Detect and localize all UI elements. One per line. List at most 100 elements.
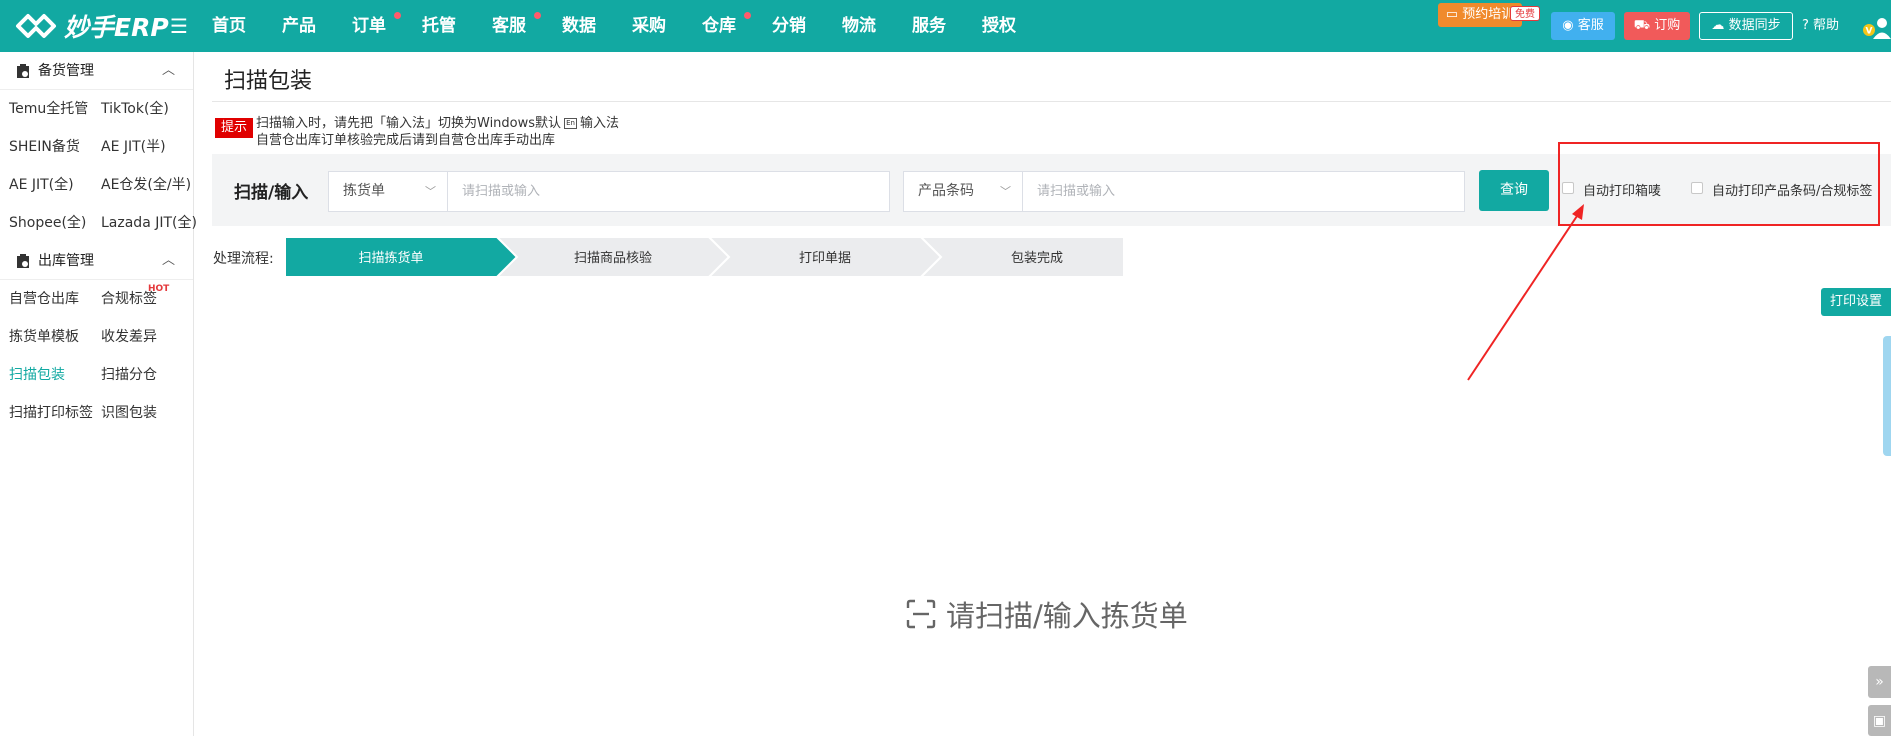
flow-label: 处理流程: [213, 251, 274, 267]
nav-item[interactable]: 托管 [422, 0, 492, 52]
query-button[interactable]: 查询 [1479, 170, 1549, 211]
title-divider [212, 101, 1891, 102]
nav-item-label: 产品 [282, 16, 316, 36]
sidebar-item[interactable]: AE JIT(全) [9, 166, 74, 204]
sidebar-row: Shopee(全) Lazada JIT(全) [0, 204, 197, 242]
sidebar-row: 拣货单模板 收发差异 [0, 318, 193, 356]
sidebar-item[interactable]: Shopee(全) [9, 204, 86, 242]
panel-icon[interactable]: ▣ [1868, 705, 1891, 736]
sidebar-row: SHEIN备货 AE JIT(半) [0, 128, 193, 166]
sidebar-item[interactable]: 扫描打印标签 [9, 394, 93, 432]
help-link[interactable]: ? 帮助 [1802, 12, 1839, 40]
nav-item-label: 授权 [982, 16, 1016, 36]
chat-icon: ▭ [1445, 7, 1459, 22]
sidebar-item[interactable]: Lazada JIT(全) [101, 204, 197, 242]
question-icon: ? [1802, 18, 1809, 33]
top-navbar: 妙手ERP ☰ 首页 产品 订单 托管 客服 数据 采购 仓库 分销 物流 服务 授权 ▭ 预约培训 … [0, 0, 1891, 52]
sidebar-item[interactable]: 识图包装 [101, 394, 157, 432]
logo-icon [16, 14, 56, 38]
user-avatar-icon[interactable]: V [1862, 15, 1891, 39]
empty-state: 请扫描/输入拣货单 [906, 593, 1188, 635]
tip-text-part: 输入法 [580, 116, 620, 131]
sidebar-row: 自营仓出库 合规标签 HOT [0, 280, 193, 318]
sidebar-item[interactable]: 自营仓出库 [9, 280, 79, 318]
chevron-down-icon: ﹀ [425, 185, 436, 198]
nav-item-label: 物流 [842, 16, 876, 36]
clipboard-icon [17, 64, 29, 78]
nav-item[interactable]: 服务 [912, 0, 982, 52]
brand-logo[interactable]: 妙手ERP [14, 8, 169, 44]
sidebar: 备货管理 ︿ Temu全托管 TikTok(全) SHEIN备货 AE JIT(半) A… [0, 52, 197, 736]
chevron-up-icon: ︿ [161, 63, 175, 78]
sidebar-item[interactable]: Temu全托管 [9, 90, 88, 128]
barcode-scan-input[interactable] [1022, 171, 1465, 212]
nav-item[interactable]: 首页 [212, 0, 282, 52]
main-nav: 首页 产品 订单 托管 客服 数据 采购 仓库 分销 物流 服务 授权 [212, 0, 1052, 52]
menu-toggle-icon[interactable]: ☰ [170, 16, 188, 36]
page-title: 扫描包装 [224, 69, 313, 94]
support-label: 客服 [1577, 18, 1604, 33]
nav-item[interactable]: 采购 [632, 0, 702, 52]
nav-item-label: 分销 [772, 16, 806, 36]
empty-state-text: 请扫描/输入拣货单 [946, 599, 1188, 633]
sidebar-item[interactable]: 扫描分仓 [101, 356, 157, 394]
sidebar-group-stock[interactable]: 备货管理 ︿ [0, 52, 193, 90]
nav-item[interactable]: 物流 [842, 0, 912, 52]
keyboard-icon: En [564, 118, 578, 129]
sidebar-group-title: 出库管理 [38, 253, 94, 269]
expand-icon[interactable]: » [1868, 666, 1891, 698]
side-scroll-indicator[interactable] [1883, 336, 1891, 456]
tip-text-outbound: 自营仓出库订单核验完成后请到自营仓出库手动出库 [256, 133, 556, 148]
sidebar-item[interactable]: SHEIN备货 [9, 128, 80, 166]
scan-type-select[interactable]: 拣货单 ﹀ [328, 171, 448, 212]
sidebar-row: 扫描包装 扫描分仓 [0, 356, 193, 394]
sidebar-item[interactable]: 扫描包装 [9, 356, 65, 394]
sidebar-row: 扫描打印标签 识图包装 [0, 394, 193, 432]
sidebar-item[interactable]: 拣货单模板 [9, 318, 79, 356]
training-label: 预约培训 [1462, 7, 1515, 22]
flow-step-label: 包装完成 [1011, 251, 1063, 266]
notification-dot [744, 12, 751, 19]
nav-item[interactable]: 客服 [492, 0, 562, 52]
sidebar-group-stock-items: Temu全托管 TikTok(全) SHEIN备货 AE JIT(半) AE JIT(全… [0, 90, 197, 242]
sidebar-item[interactable]: TikTok(全) [101, 90, 169, 128]
hot-badge: HOT [148, 284, 170, 294]
nav-item-label: 客服 [492, 16, 526, 36]
barcode-type-select[interactable]: 产品条码 ﹀ [903, 171, 1023, 212]
nav-item[interactable]: 数据 [562, 0, 632, 52]
nav-item-label: 采购 [632, 16, 666, 36]
highlight-box [1558, 142, 1880, 226]
support-button[interactable]: ◉ 客服 [1551, 12, 1615, 40]
picklist-scan-input[interactable] [447, 171, 890, 212]
sidebar-item[interactable]: 收发差异 [101, 318, 157, 356]
nav-item[interactable]: 仓库 [702, 0, 772, 52]
clipboard-icon [17, 254, 29, 268]
nav-item-label: 数据 [562, 16, 596, 36]
nav-item-label: 仓库 [702, 16, 736, 36]
sidebar-item[interactable]: AE仓发(全/半) [101, 166, 191, 204]
nav-item-label: 托管 [422, 16, 456, 36]
scan-label: 扫描/输入 [234, 183, 309, 203]
data-sync-button[interactable]: ☁ 数据同步 [1699, 12, 1793, 40]
order-button[interactable]: ⛟ 订购 [1624, 12, 1690, 40]
sidebar-row: Temu全托管 TikTok(全) [0, 90, 193, 128]
svg-text:V: V [1866, 27, 1873, 37]
tip-badge: 提示 [215, 118, 253, 138]
nav-item[interactable]: 分销 [772, 0, 842, 52]
data-sync-label: 数据同步 [1728, 18, 1781, 33]
print-settings-button[interactable]: 打印设置 [1821, 288, 1891, 316]
nav-item-label: 首页 [212, 16, 246, 36]
flow-step-label: 打印单据 [799, 251, 851, 266]
notification-dot [534, 12, 541, 19]
process-flow: 扫描拣货单 扫描商品核验 打印单据 包装完成 [285, 237, 1123, 277]
nav-item-label: 服务 [912, 16, 946, 36]
nav-item[interactable]: 授权 [982, 0, 1052, 52]
nav-item[interactable]: 订单 [352, 0, 422, 52]
cart-icon: ⛟ [1633, 18, 1651, 33]
chevron-down-icon: ﹀ [1000, 185, 1011, 198]
notification-dot [394, 12, 401, 19]
sidebar-item[interactable]: AE JIT(半) [101, 128, 166, 166]
nav-item[interactable]: 产品 [282, 0, 352, 52]
scan-icon [906, 599, 936, 629]
help-label: 帮助 [1813, 18, 1840, 33]
